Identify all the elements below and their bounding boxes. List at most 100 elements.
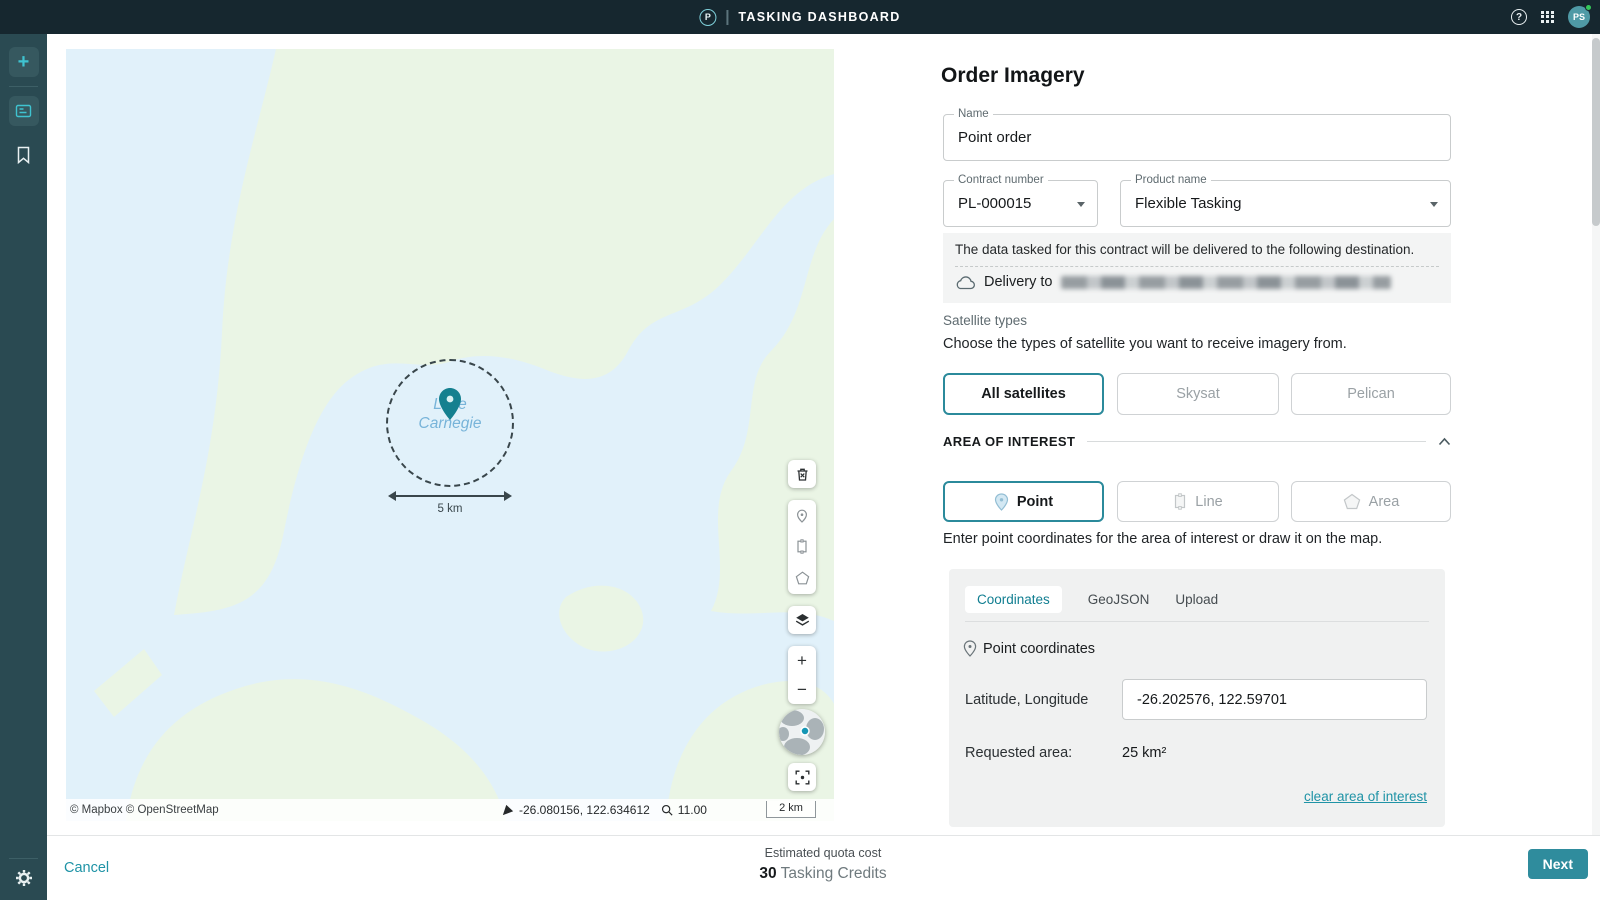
cursor-coordinates: -26.080156, 122.634612 [519,803,650,817]
aoi-pin-icon[interactable] [437,387,463,421]
recenter-button[interactable] [788,763,816,791]
app-bar-actions: ? PS [1511,0,1590,34]
draw-line-button[interactable] [788,533,816,561]
product-name-select[interactable]: Product name Flexible Tasking [1120,180,1451,227]
map-scale-bar: 2 km [766,801,816,818]
contract-number-select[interactable]: Contract number PL-000015 [943,180,1098,227]
line-shape-icon [1173,493,1187,510]
next-button[interactable]: Next [1528,849,1588,879]
chevron-up-icon[interactable] [1438,437,1451,446]
aoi-mode-point[interactable]: Point [943,481,1104,522]
requested-area-label: Requested area: [965,745,1072,761]
aoi-mode-line[interactable]: Line [1117,481,1279,522]
cancel-button[interactable]: Cancel [64,860,109,876]
satellite-option-all[interactable]: All satellites [943,373,1104,415]
sidebar-item-orders[interactable] [9,96,39,126]
zoom-in-button[interactable]: + [788,647,816,675]
latlng-input[interactable] [1122,679,1427,720]
map-info-bar: © Mapbox © OpenStreetMap -26.080156, 122… [66,799,834,821]
app-root: P TASKING DASHBOARD ? PS + [0,0,1600,900]
aoi-mode-area[interactable]: Area [1291,481,1451,522]
measure-line [392,495,508,497]
aoi-instruction: Enter point coordinates for the area of … [943,531,1382,547]
point-coordinates-pin-icon [963,640,977,657]
satellite-option-label: All satellites [981,386,1066,402]
header-rule [1087,441,1426,442]
help-glyph: ? [1516,12,1522,23]
app-bar-brand: P TASKING DASHBOARD [699,0,900,34]
tab-geojson[interactable]: GeoJSON [1088,586,1150,613]
orders-list-icon [15,103,32,119]
delivery-prefix: Delivery to [984,274,1053,290]
quota-value-line: 30 Tasking Credits [759,865,886,883]
product-name-value: Flexible Tasking [1135,181,1241,226]
measure-label: 5 km [388,503,512,515]
order-name-value: Point order [958,115,1031,160]
avatar-initials: PS [1573,12,1585,22]
tab-coordinates[interactable]: Coordinates [965,586,1062,613]
sidebar-item-saved[interactable] [15,146,33,164]
area-of-interest-header: AREA OF INTEREST [943,433,1451,449]
avatar[interactable]: PS [1568,6,1590,28]
sidebar-divider [9,86,38,87]
recenter-control [788,763,816,791]
globe-minimap-button[interactable] [779,709,825,755]
help-icon[interactable]: ? [1511,9,1527,25]
left-sidebar: + [0,34,47,900]
panel-scrollbar-thumb[interactable] [1592,38,1600,226]
crosshair-fullscreen-icon [795,770,810,785]
cursor-icon [502,804,514,816]
plus-icon: + [18,52,30,72]
chevron-down-icon [1430,202,1438,207]
magnifier-icon [661,804,673,816]
map-canvas[interactable]: Lake Carnegie 5 km [66,49,834,821]
aoi-circle[interactable] [386,359,514,487]
contract-number-value: PL-000015 [958,181,1031,226]
area-of-interest-title: AREA OF INTEREST [943,434,1075,449]
tabs-divider [965,621,1429,622]
point-coordinates-label: Point coordinates [983,641,1095,657]
cloud-icon [955,275,976,290]
pentagon-tool-icon [795,571,810,585]
delete-aoi-control [788,460,816,488]
chevron-down-icon [1077,202,1085,207]
measure-arrow-right [504,491,512,501]
trash-icon [795,467,810,482]
zoom-out-button[interactable]: − [788,676,816,704]
settings-button[interactable] [0,868,47,888]
aoi-mode-label: Area [1369,494,1400,510]
aoi-tabs: Coordinates GeoJSON Upload [965,586,1218,613]
point-coordinates-row: Point coordinates [963,640,1095,657]
latlng-label: Latitude, Longitude [965,692,1088,708]
quota-unit: Tasking Credits [781,865,887,882]
apps-grid-icon[interactable] [1541,11,1554,24]
requested-area-value: 25 km² [1122,745,1166,761]
map-coordinate-readout: -26.080156, 122.634612 11.00 [502,803,707,817]
draw-tools-control [788,500,816,594]
satellite-option-label: Pelican [1347,386,1395,402]
brand-divider [726,10,728,25]
satellite-option-label: Skysat [1176,386,1220,402]
bookmark-icon [16,146,31,164]
quota-summary: Estimated quota cost 30 Tasking Credits [759,846,886,883]
satellite-option-pelican[interactable]: Pelican [1291,373,1451,415]
map-attribution[interactable]: © Mapbox © OpenStreetMap [70,804,219,816]
draw-area-button[interactable] [788,564,816,592]
page-title: Order Imagery [941,64,1085,88]
delete-aoi-button[interactable] [788,460,816,488]
clear-area-of-interest-link[interactable]: clear area of interest [1304,789,1427,804]
satellite-types-description: Choose the types of satellite you want t… [943,336,1347,352]
satellite-option-skysat[interactable]: Skysat [1117,373,1279,415]
tab-upload[interactable]: Upload [1175,586,1218,613]
zoom-level: 11.00 [678,803,707,817]
layers-button[interactable] [788,606,816,634]
sidebar-divider [9,858,38,859]
order-name-field[interactable]: Name Point order [943,114,1451,161]
point-pin-icon [994,493,1009,511]
app-title: TASKING DASHBOARD [738,10,900,24]
line-tool-icon [795,539,809,554]
new-order-button[interactable]: + [9,47,39,77]
planet-logo-icon: P [699,9,716,26]
delivery-note: The data tasked for this contract will b… [955,242,1414,257]
draw-point-button[interactable] [788,502,816,530]
